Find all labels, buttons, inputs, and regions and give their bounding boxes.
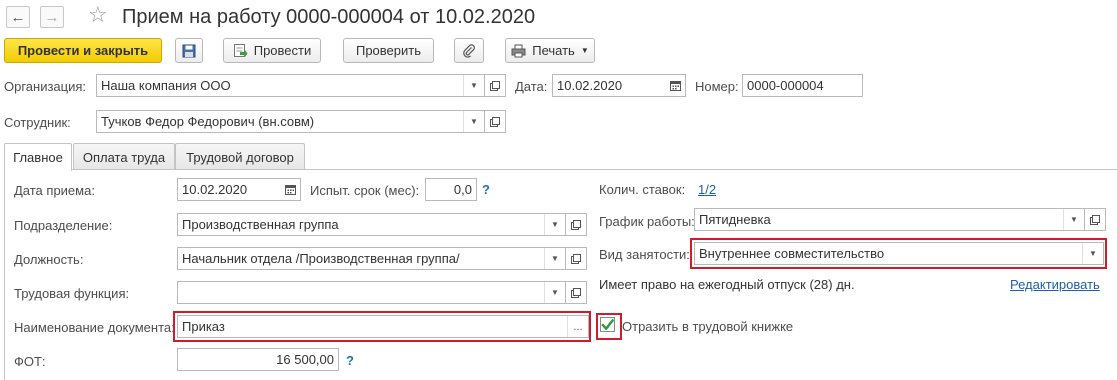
date-field[interactable]: 10.02.2020 (552, 74, 686, 97)
help-icon[interactable]: ? (346, 353, 354, 368)
department-label: Подразделение: (14, 218, 113, 233)
labor-function-field[interactable]: ▼ (177, 281, 566, 304)
tab-main[interactable]: Главное (4, 143, 72, 171)
labor-function-label: Трудовая функция: (14, 286, 130, 301)
payroll-field[interactable]: 16 500,00 (177, 348, 339, 371)
print-button[interactable]: Печать ▼ (505, 38, 595, 63)
organization-label: Организация: (4, 79, 87, 94)
date-value: 10.02.2020 (557, 78, 623, 93)
probation-label: Испыт. срок (мес): (310, 183, 420, 198)
open-icon (571, 287, 581, 298)
date-label: Дата: (515, 79, 548, 94)
number-label: Номер: (695, 79, 739, 94)
organization-value: Наша компания ООО (101, 78, 231, 93)
open-icon (490, 80, 500, 91)
check-label: Проверить (355, 43, 421, 58)
hire-date-value: 10.02.2020 (182, 182, 248, 197)
department-value: Производственная группа (182, 217, 339, 232)
open-position-button[interactable] (566, 247, 587, 270)
hire-date-field[interactable]: 10.02.2020 (177, 178, 301, 201)
tab-payroll[interactable]: Оплата труда (73, 143, 175, 170)
page-title: Прием на работу 0000-000004 от 10.02.202… (122, 6, 536, 28)
open-icon (571, 253, 581, 264)
open-labor-function-button[interactable] (566, 281, 587, 304)
open-schedule-button[interactable] (1085, 208, 1106, 231)
chevron-down-icon[interactable]: ▼ (544, 248, 565, 269)
chevron-down-icon[interactable]: ▼ (544, 282, 565, 303)
open-icon (490, 116, 500, 127)
post-and-close-button[interactable]: Провести и закрыть (4, 38, 162, 63)
post-icon (233, 44, 248, 57)
workbook-checkbox-label[interactable]: Отразить в трудовой книжке (622, 319, 793, 334)
open-employee-button[interactable] (485, 110, 506, 133)
check-button[interactable]: Проверить (343, 38, 434, 63)
vacation-info: Имеет право на ежегодный отпуск (28) дн. (599, 277, 855, 292)
department-field[interactable]: Производственная группа ▼ (177, 213, 566, 236)
star-icon[interactable]: ☆ (88, 4, 108, 26)
print-label: Печать (532, 43, 575, 58)
highlight-workbook-checkbox (596, 313, 622, 340)
tab-divider (4, 169, 1117, 170)
tab-labor-contract[interactable]: Трудовой договор (175, 143, 305, 170)
forward-button[interactable]: → (40, 6, 64, 28)
document-name-label: Наименование документа: (14, 320, 175, 335)
highlight-document-name (173, 311, 591, 342)
employee-value: Тучков Федор Федорович (вн.совм) (101, 114, 315, 129)
hire-date-label: Дата приема: (14, 183, 95, 198)
tab-main-label: Главное (13, 150, 63, 165)
post-label: Провести (253, 43, 312, 58)
chevron-down-icon: ▼ (580, 46, 589, 55)
tab-labor-contract-label: Трудовой договор (186, 149, 294, 165)
tab-payroll-label: Оплата труда (82, 149, 166, 165)
payroll-label: ФОТ: (14, 354, 46, 369)
open-organization-button[interactable] (485, 74, 506, 97)
save-button[interactable] (175, 38, 203, 63)
position-label: Должность: (14, 252, 84, 267)
number-value: 0000-000004 (747, 78, 824, 93)
schedule-field[interactable]: Пятидневка ▼ (694, 208, 1085, 231)
schedule-value: Пятидневка (699, 212, 771, 227)
calendar-icon[interactable] (665, 75, 685, 96)
chevron-down-icon[interactable]: ▼ (463, 111, 484, 132)
position-field[interactable]: Начальник отдела /Производственная групп… (177, 247, 566, 270)
calendar-icon[interactable] (280, 179, 300, 200)
save-icon (182, 44, 196, 57)
open-icon (571, 219, 581, 230)
chevron-down-icon[interactable]: ▼ (1063, 209, 1084, 230)
probation-field[interactable]: 0,0 (425, 178, 477, 201)
employee-field[interactable]: Тучков Федор Федорович (вн.совм) ▼ (96, 110, 485, 133)
back-button[interactable]: ← (6, 6, 30, 28)
attach-button[interactable] (454, 38, 484, 63)
position-value: Начальник отдела /Производственная групп… (182, 251, 460, 266)
post-button[interactable]: Провести (223, 38, 321, 63)
chevron-down-icon[interactable]: ▼ (463, 75, 484, 96)
chevron-down-icon[interactable]: ▼ (544, 214, 565, 235)
paperclip-icon (463, 43, 475, 58)
help-icon[interactable]: ? (482, 182, 490, 197)
probation-value: 0,0 (453, 182, 472, 197)
printer-icon (511, 44, 526, 57)
open-icon (1090, 214, 1100, 225)
employment-type-label: Вид занятости: (599, 247, 690, 262)
highlight-employment-type (690, 238, 1107, 269)
organization-field[interactable]: Наша компания ООО ▼ (96, 74, 485, 97)
rates-label: Колич. ставок: (599, 182, 686, 197)
number-field[interactable]: 0000-000004 (742, 74, 863, 97)
open-department-button[interactable] (566, 213, 587, 236)
post-and-close-label: Провести и закрыть (17, 43, 149, 58)
edit-vacation-link[interactable]: Редактировать (1010, 277, 1100, 292)
payroll-value: 16 500,00 (276, 352, 334, 367)
schedule-label: График работы: (599, 214, 695, 229)
rates-link[interactable]: 1/2 (698, 182, 716, 197)
arrow-left-icon: ← (10, 8, 26, 26)
arrow-right-icon: → (44, 8, 60, 26)
employee-label: Сотрудник: (4, 115, 71, 130)
tab-panel-border (4, 169, 5, 380)
